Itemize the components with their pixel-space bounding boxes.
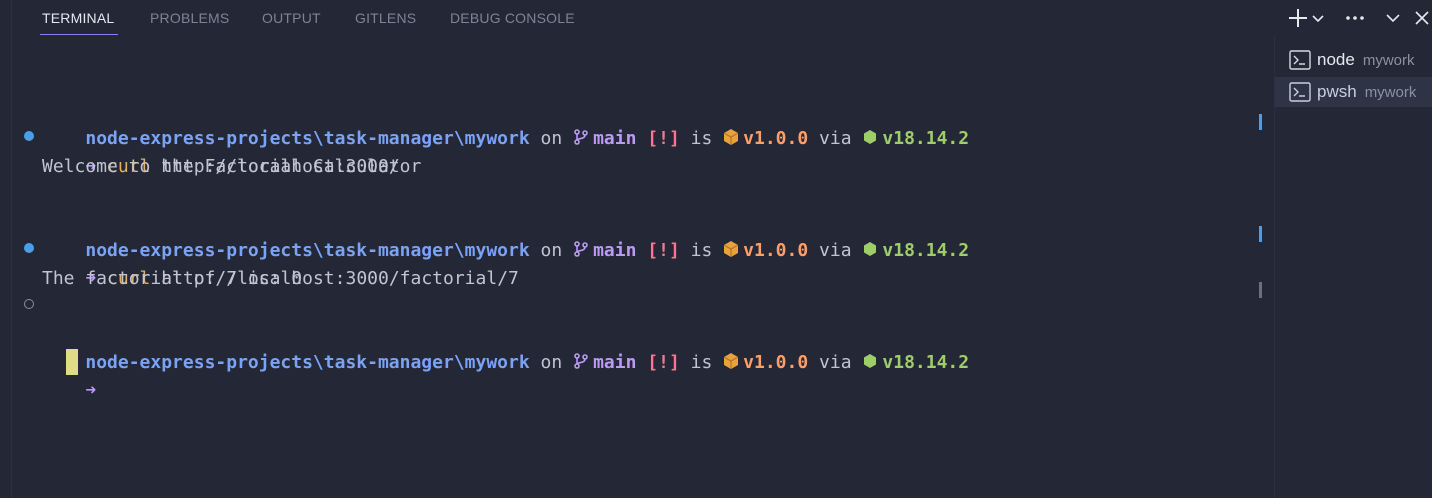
prompt-line: node-express-projects\task-manager\mywor…	[42, 321, 969, 373]
git-branch-icon	[574, 353, 588, 369]
terminal-icon	[1289, 50, 1311, 70]
scrollbar-marker	[1259, 282, 1262, 298]
terminal-list: node mywork pwsh mywork	[1274, 36, 1432, 498]
terminal-cursor	[66, 349, 78, 375]
prompt-line: node-express-projects\task-manager\mywor…	[42, 97, 969, 149]
command-line: ➜ curl http://localhost:3000/	[42, 125, 399, 177]
prompt-git-status: [!]	[647, 352, 680, 373]
package-icon	[723, 241, 739, 257]
prompt-branch: main	[593, 128, 637, 149]
nodejs-icon	[864, 354, 877, 368]
scrollbar-marker	[1259, 114, 1262, 130]
command-pending-decoration[interactable]	[24, 299, 34, 309]
tab-output[interactable]: OUTPUT	[262, 10, 321, 26]
prompt-on: on	[540, 240, 563, 261]
package-icon	[723, 129, 739, 145]
prompt-git-status: [!]	[647, 240, 680, 261]
terminal-description: mywork	[1364, 83, 1417, 101]
ellipsis-icon[interactable]	[1343, 6, 1367, 30]
prompt-package-version: v1.0.0	[743, 128, 809, 149]
prompt-on: on	[540, 128, 563, 149]
terminal-list-item-node[interactable]: node mywork	[1275, 45, 1432, 75]
prompt-package-version: v1.0.0	[743, 240, 809, 261]
package-icon	[723, 353, 739, 369]
prompt-package-version: v1.0.0	[743, 352, 809, 373]
terminal-name: node	[1317, 50, 1355, 69]
prompt-git-status: [!]	[647, 128, 680, 149]
git-branch-icon	[574, 241, 588, 257]
tab-problems[interactable]: PROBLEMS	[150, 10, 229, 26]
tab-gitlens[interactable]: GITLENS	[355, 10, 416, 26]
scrollbar-marker	[1259, 226, 1262, 242]
command-line: ➜ curl http://localhost:3000/factorial/7	[42, 237, 519, 289]
command-output: The factorial of 7 is: 0	[42, 268, 303, 289]
git-branch-icon	[574, 129, 588, 145]
prompt-is: is	[690, 352, 713, 373]
prompt-via: via	[819, 240, 852, 261]
close-icon[interactable]	[1410, 6, 1432, 30]
prompt-path: node-express-projects\task-manager\mywor…	[85, 352, 530, 373]
terminal-name: pwsh	[1317, 82, 1357, 101]
panel-tab-bar: TERMINAL PROBLEMS OUTPUT GITLENS DEBUG C…	[12, 0, 1432, 36]
tab-debug-console[interactable]: DEBUG CONSOLE	[450, 10, 575, 26]
prompt-node-version: v18.14.2	[882, 352, 970, 373]
command-success-decoration[interactable]	[24, 131, 34, 141]
prompt-node-version: v18.14.2	[882, 240, 970, 261]
prompt-on: on	[540, 352, 563, 373]
prompt-node-version: v18.14.2	[882, 128, 970, 149]
terminal-icon	[1289, 82, 1311, 102]
prompt-via: via	[819, 352, 852, 373]
terminal-list-item-pwsh[interactable]: pwsh mywork	[1275, 77, 1432, 107]
tab-terminal[interactable]: TERMINAL	[42, 10, 114, 26]
left-edge	[0, 0, 12, 498]
prompt-via: via	[819, 128, 852, 149]
prompt-arrow: ➜	[85, 380, 97, 401]
command-output: Welcome to the Factorial Calculator	[42, 156, 422, 177]
command-success-decoration[interactable]	[24, 243, 34, 253]
new-terminal-plus-icon[interactable]	[1286, 6, 1310, 30]
prompt-is: is	[690, 128, 713, 149]
prompt-branch: main	[593, 352, 637, 373]
panel-actions	[1232, 0, 1432, 36]
terminal-output[interactable]: node-express-projects\task-manager\mywor…	[12, 36, 1274, 498]
maximize-chevron-down-icon[interactable]	[1381, 6, 1405, 30]
nodejs-icon	[864, 130, 877, 144]
active-tab-indicator	[40, 34, 118, 35]
terminal-description: mywork	[1362, 51, 1415, 69]
prompt-branch: main	[593, 240, 637, 261]
prompt-is: is	[690, 240, 713, 261]
nodejs-icon	[864, 242, 877, 256]
chevron-down-icon[interactable]	[1310, 6, 1326, 30]
prompt-line: node-express-projects\task-manager\mywor…	[42, 209, 969, 261]
